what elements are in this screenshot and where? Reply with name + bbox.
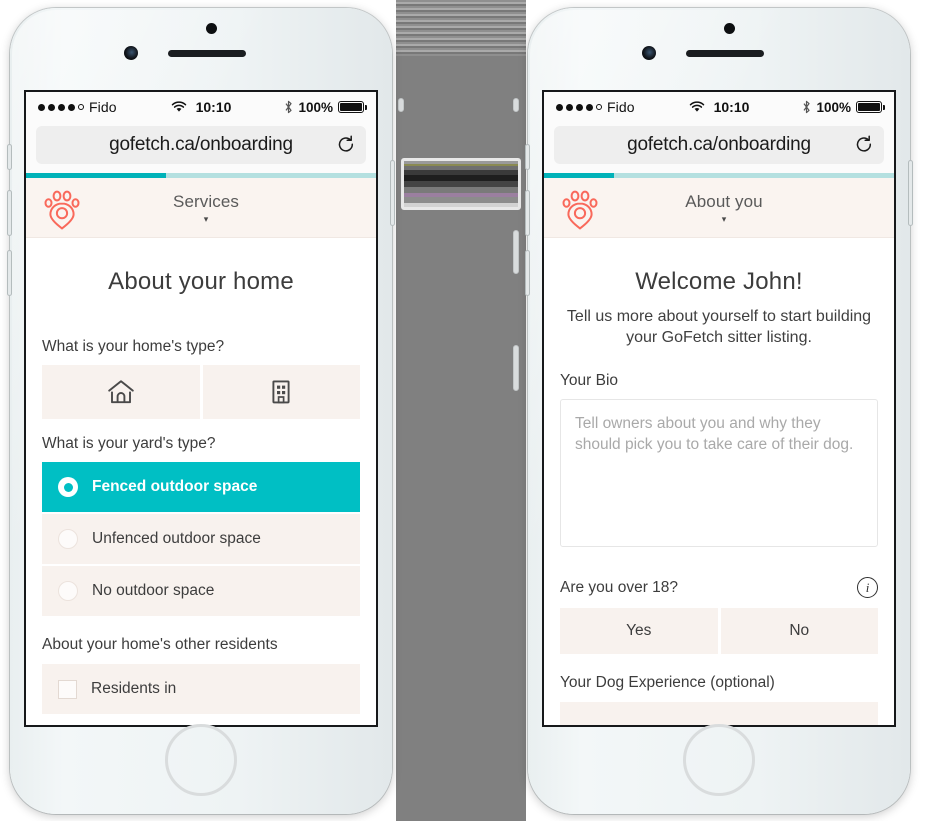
info-circle-icon[interactable]: i xyxy=(857,577,878,599)
front-camera-icon xyxy=(642,46,656,60)
home-button[interactable] xyxy=(683,724,755,796)
background-glitch-strip xyxy=(401,158,521,210)
status-bar: Fido 10:10 100% xyxy=(26,92,376,122)
address-bar[interactable]: gofetch.ca/onboarding xyxy=(554,126,884,164)
app-header-title: Services xyxy=(173,191,239,211)
radio-selected-icon xyxy=(58,477,78,497)
yard-type-options: Fenced outdoor space Unfenced outdoor sp… xyxy=(42,462,360,616)
background-device-button-d xyxy=(398,98,404,112)
volume-down-button[interactable] xyxy=(7,250,12,296)
status-bar-right: 100% xyxy=(802,99,885,115)
over18-question-row: Are you over 18? i xyxy=(560,577,878,599)
over18-label: Are you over 18? xyxy=(560,578,679,596)
browser-toolbar: gofetch.ca/onboarding xyxy=(26,122,376,173)
residents-option-label: Residents in xyxy=(91,680,177,697)
background-device-button-a xyxy=(513,98,519,112)
app-header: About you ▾ xyxy=(544,178,894,238)
page-title: Welcome John! xyxy=(635,268,803,295)
battery-percent-label: 100% xyxy=(816,99,851,115)
background-device-button-c xyxy=(513,345,519,391)
proximity-sensor-icon xyxy=(206,23,217,34)
volume-up-button[interactable] xyxy=(7,190,12,236)
address-bar[interactable]: gofetch.ca/onboarding xyxy=(36,126,366,164)
radio-unselected-icon xyxy=(58,529,78,549)
apartment-building-icon xyxy=(272,380,290,404)
browser-toolbar: gofetch.ca/onboarding xyxy=(544,122,894,173)
bluetooth-icon xyxy=(803,100,811,114)
bluetooth-icon xyxy=(285,100,293,114)
status-bar-left: Fido xyxy=(556,99,635,115)
page-title: About your home xyxy=(108,268,294,295)
mute-switch[interactable] xyxy=(7,144,12,170)
over18-no-button[interactable]: No xyxy=(720,608,878,655)
checkbox-unchecked-icon xyxy=(58,679,77,699)
wifi-icon xyxy=(689,101,704,112)
page-subtitle: Tell us more about yourself to start bui… xyxy=(566,308,872,347)
volume-down-button[interactable] xyxy=(525,250,530,296)
bio-textarea[interactable]: Tell owners about you and why they shoul… xyxy=(560,399,878,548)
over18-yes-button[interactable]: Yes xyxy=(560,608,718,655)
url-text: gofetch.ca/onboarding xyxy=(109,134,293,155)
background-scanline-bands xyxy=(396,0,526,56)
yard-option-label: Unfenced outdoor space xyxy=(92,530,261,547)
residents-section-label: About your home's other residents xyxy=(42,636,278,653)
page-content-left: About your home What is your home's type… xyxy=(26,268,376,725)
front-camera-icon xyxy=(124,46,138,60)
bio-label: Your Bio xyxy=(560,372,619,390)
reload-icon[interactable] xyxy=(336,135,356,155)
status-bar-left: Fido xyxy=(38,99,117,115)
page-content-right: Welcome John! Tell us more about yoursel… xyxy=(544,268,894,725)
signal-strength-icon xyxy=(38,103,84,111)
battery-icon xyxy=(856,101,885,113)
url-text: gofetch.ca/onboarding xyxy=(627,134,811,155)
carrier-label: Fido xyxy=(607,99,635,115)
mute-switch[interactable] xyxy=(525,144,530,170)
earpiece-speaker xyxy=(168,50,246,57)
home-type-house-option[interactable] xyxy=(42,365,200,419)
status-bar: Fido 10:10 100% xyxy=(544,92,894,122)
home-button[interactable] xyxy=(165,724,237,796)
power-button[interactable] xyxy=(908,160,913,226)
yard-type-label: What is your yard's type? xyxy=(42,435,216,452)
home-type-apartment-option[interactable] xyxy=(202,365,360,419)
screen-left: Fido 10:10 100% gofetch.ca/onboarding Se… xyxy=(24,90,378,727)
chevron-down-icon[interactable]: ▾ xyxy=(554,214,894,224)
phone-device-right: Fido 10:10 100% gofetch.ca/onboarding Ab… xyxy=(525,8,913,814)
volume-up-button[interactable] xyxy=(525,190,530,236)
app-header: Services ▾ xyxy=(26,178,376,238)
home-type-options xyxy=(42,365,360,419)
dog-experience-label: Your Dog Experience (optional) xyxy=(560,674,775,692)
carrier-label: Fido xyxy=(89,99,117,115)
home-type-label: What is your home's type? xyxy=(42,338,225,355)
reload-icon[interactable] xyxy=(854,135,874,155)
app-header-title: About you xyxy=(685,191,763,211)
power-button[interactable] xyxy=(390,160,395,226)
yard-option-none[interactable]: No outdoor space xyxy=(42,566,360,616)
clock-label: 10:10 xyxy=(195,99,232,115)
screen-right: Fido 10:10 100% gofetch.ca/onboarding Ab… xyxy=(542,90,896,727)
wifi-icon xyxy=(171,101,186,112)
screenshot-stage: Fido 10:10 100% gofetch.ca/onboarding Se… xyxy=(0,0,927,821)
over18-options: Yes No xyxy=(560,608,878,655)
clock-label: 10:10 xyxy=(713,99,750,115)
chevron-down-icon[interactable]: ▾ xyxy=(36,214,376,224)
yard-option-fenced[interactable]: Fenced outdoor space xyxy=(42,462,360,512)
gofetch-paw-pin-logo xyxy=(44,190,80,230)
signal-strength-icon xyxy=(556,103,602,111)
proximity-sensor-icon xyxy=(724,23,735,34)
phone-device-left: Fido 10:10 100% gofetch.ca/onboarding Se… xyxy=(7,8,395,814)
yard-option-label: Fenced outdoor space xyxy=(92,478,258,495)
background-panel xyxy=(396,0,526,821)
battery-percent-label: 100% xyxy=(298,99,333,115)
background-device-button-b xyxy=(513,230,519,274)
earpiece-speaker xyxy=(686,50,764,57)
radio-unselected-icon xyxy=(58,581,78,601)
status-bar-right: 100% xyxy=(284,99,367,115)
gofetch-paw-pin-logo xyxy=(562,190,598,230)
battery-icon xyxy=(338,101,367,113)
residents-first-option[interactable]: Residents in xyxy=(42,664,360,714)
yard-option-unfenced[interactable]: Unfenced outdoor space xyxy=(42,514,360,564)
house-icon xyxy=(108,380,134,404)
yard-option-label: No outdoor space xyxy=(92,582,215,599)
